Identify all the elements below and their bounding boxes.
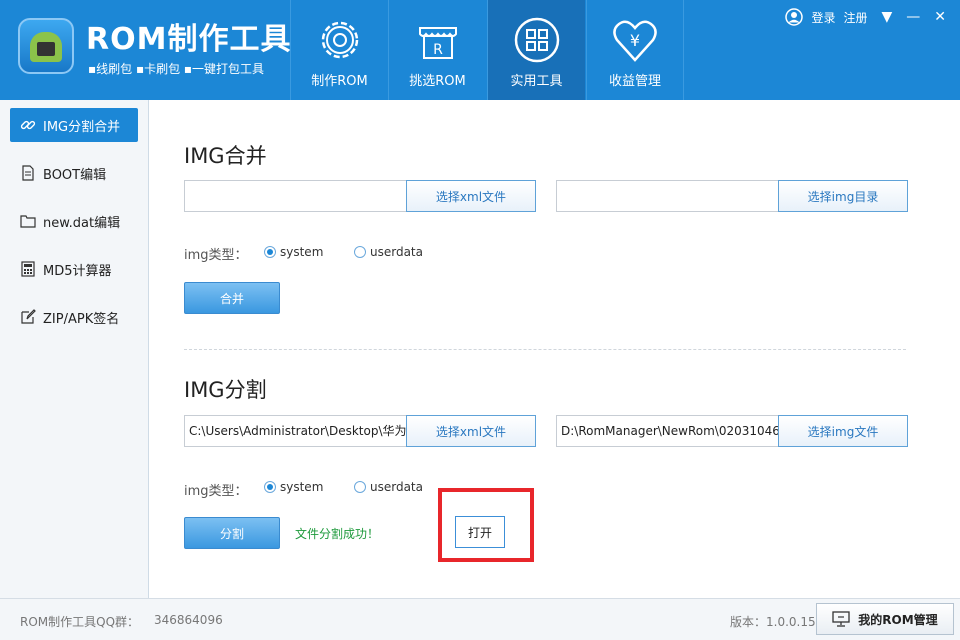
login-link[interactable]: 登录 [811,9,835,26]
nav-label: 收益管理 [608,74,661,89]
nav-utilities[interactable]: 实用工具 [487,0,585,100]
dropdown-icon[interactable]: ▼ [881,9,892,25]
sidebar-item-newdat-edit[interactable]: new.dat编辑 [10,204,138,238]
app-logo [18,18,74,74]
folder-icon [20,215,36,228]
top-right-controls: 登录 注册 ▼ — ✕ [785,8,946,26]
sidebar-item-zip-apk-sign[interactable]: ZIP/APK签名 [10,300,138,334]
merge-type-label: img类型： [184,248,248,263]
store-icon: R [418,27,457,59]
sidebar-item-label: ZIP/APK签名 [43,311,120,327]
radio-checked-icon [264,246,276,258]
open-button[interactable]: 打开 [455,516,505,548]
sidebar-item-md5-calculator[interactable]: MD5计算器 [10,252,138,286]
sidebar-item-label: new.dat编辑 [43,215,121,231]
gear-icon [321,21,358,59]
my-rom-manager-button[interactable]: 我的ROM管理 [816,603,954,635]
app-subtitle: ▪线刷包 ▪卡刷包 ▪一键打包工具 [88,62,265,76]
heart-yen-icon: ¥ [613,20,657,62]
merge-img-dir-input[interactable] [556,180,779,212]
user-icon [785,8,804,26]
document-icon [22,165,34,181]
sidebar-item-label: BOOT编辑 [43,167,107,183]
android-robot-icon [30,32,62,62]
monitor-icon [832,611,850,627]
edit-icon [21,309,36,324]
split-button[interactable]: 分割 [184,517,280,549]
svg-text:¥: ¥ [630,31,640,50]
radio-label: system [280,245,324,259]
split-select-xml-button[interactable]: 选择xml文件 [406,415,536,447]
split-xml-path-input[interactable]: C:\Users\Administrator\Desktop\华为 [184,415,407,447]
merge-section-title: IMG合并 [184,144,267,168]
radio-label: userdata [370,245,423,259]
radio-unchecked-icon [354,246,366,258]
merge-radio-userdata[interactable]: userdata [354,245,423,259]
sidebar-item-img-split-merge[interactable]: IMG分割合并 [10,108,138,142]
merge-select-img-dir-button[interactable]: 选择img目录 [778,180,908,212]
split-section-title: IMG分割 [184,378,267,402]
minimize-icon[interactable]: — [906,9,920,25]
merge-radio-system[interactable]: system [264,245,323,259]
merge-xml-path-input[interactable] [184,180,407,212]
merge-select-xml-button[interactable]: 选择xml文件 [406,180,536,212]
section-divider [184,349,906,350]
grid-icon [514,17,559,63]
sidebar-item-label: MD5计算器 [43,263,112,279]
sidebar-item-label: IMG分割合并 [43,119,121,135]
split-img-file-input[interactable]: D:\RomManager\NewRom\02031046 [556,415,779,447]
radio-label: system [280,480,324,494]
footer-bar: ROM制作工具QQ群： 346864096 版本：1.0.0.15 我的ROM管… [0,598,960,640]
svg-text:R: R [433,42,443,58]
merge-button[interactable]: 合并 [184,282,280,314]
nav-earnings[interactable]: ¥ 收益管理 [586,0,684,100]
radio-label: userdata [370,480,423,494]
nav-pick-rom[interactable]: R 挑选ROM [388,0,486,100]
close-icon[interactable]: ✕ [934,9,946,25]
qq-group-number: 346864096 [154,613,223,627]
my-rom-manager-label: 我的ROM管理 [858,612,938,627]
calculator-icon [21,261,35,277]
sidebar: IMG分割合并 BOOT编辑 new.dat编辑 MD5计算器 ZIP/APK签… [0,100,149,598]
split-radio-userdata[interactable]: userdata [354,480,423,494]
split-select-img-file-button[interactable]: 选择img文件 [778,415,908,447]
register-link[interactable]: 注册 [843,9,867,26]
nav-label: 实用工具 [510,74,563,89]
link-icon [20,120,36,130]
qq-group-label: ROM制作工具QQ群： [20,615,140,629]
version-label: 版本：1.0.0.15 [730,615,816,629]
app-title: ROM制作工具 [86,22,292,57]
split-type-label: img类型： [184,484,248,499]
nav-label: 挑选ROM [409,74,466,89]
radio-unchecked-icon [354,481,366,493]
sidebar-item-boot-edit[interactable]: BOOT编辑 [10,156,138,190]
nav-make-rom[interactable]: 制作ROM [290,0,388,100]
nav-label: 制作ROM [311,74,368,89]
split-success-message: 文件分割成功！ [295,527,380,541]
header-bar: ROM制作工具 ▪线刷包 ▪卡刷包 ▪一键打包工具 制作ROM R 挑选ROM … [0,0,960,100]
radio-checked-icon [264,481,276,493]
split-radio-system[interactable]: system [264,480,323,494]
